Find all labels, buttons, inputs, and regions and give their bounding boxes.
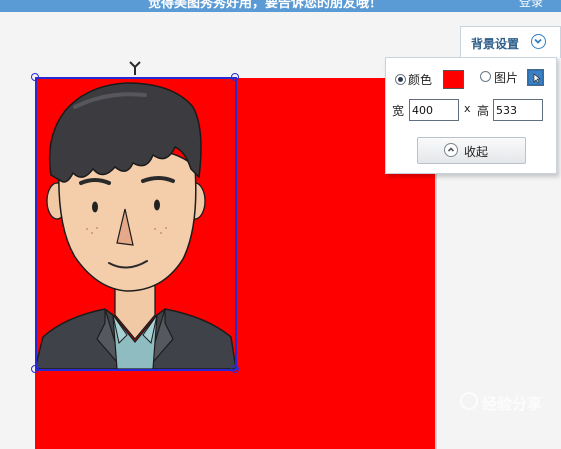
watermark-text: 经验分享: [482, 395, 543, 413]
radio-image-mode[interactable]: [480, 71, 491, 82]
resize-handle-top-left[interactable]: [31, 73, 39, 81]
background-settings-panel: 颜色 图片 宽 x 高 收起: [385, 57, 557, 174]
height-label: 高: [477, 104, 490, 118]
portrait-image[interactable]: [35, 77, 236, 370]
resize-handle-top-right[interactable]: [231, 73, 239, 81]
resize-handle-bottom-right[interactable]: [231, 365, 239, 373]
banner-message: 觉得美图秀秀好用，要告诉您的朋友哦！: [148, 0, 383, 11]
selection-left-edge[interactable]: [35, 77, 37, 370]
image-picker-icon[interactable]: [527, 69, 544, 86]
height-input[interactable]: [493, 99, 543, 121]
chevron-up-icon: [444, 143, 458, 157]
color-mode-label: 颜色: [408, 73, 433, 87]
chevron-down-icon[interactable]: [531, 34, 546, 49]
watermark-logo-icon: [460, 392, 478, 410]
radio-color-mode[interactable]: [395, 74, 406, 85]
image-mode-label: 图片: [494, 71, 519, 85]
top-banner: 觉得美图秀秀好用，要告诉您的朋友哦！ 登录: [0, 0, 561, 12]
rotate-handle-icon[interactable]: [129, 61, 141, 75]
collapse-button[interactable]: 收起: [417, 137, 526, 164]
background-settings-tab[interactable]: 背景设置: [460, 26, 561, 58]
color-swatch[interactable]: [443, 70, 464, 89]
width-input[interactable]: [409, 99, 459, 121]
resize-handle-bottom-left[interactable]: [31, 365, 39, 373]
background-settings-title: 背景设置: [471, 37, 520, 51]
login-link[interactable]: 登录: [519, 0, 543, 10]
collapse-label: 收起: [464, 145, 489, 159]
selection-right-edge[interactable]: [235, 77, 237, 370]
selection-top-edge[interactable]: [35, 77, 236, 79]
selection-bottom-edge[interactable]: [35, 369, 236, 371]
times-label: x: [464, 102, 471, 115]
width-label: 宽: [392, 104, 405, 118]
